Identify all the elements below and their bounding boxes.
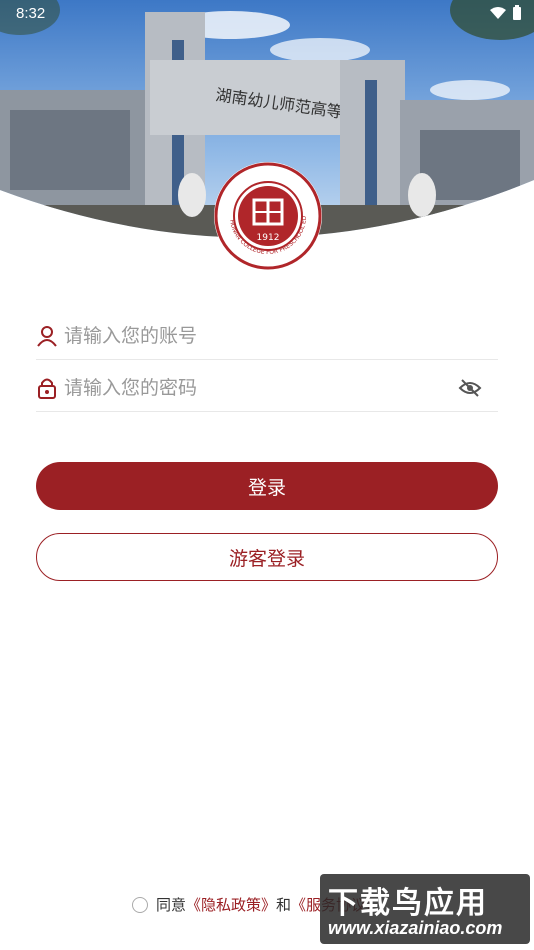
- battery-icon: [513, 5, 521, 20]
- agreement-radio[interactable]: [132, 896, 148, 913]
- password-input[interactable]: [64, 376, 456, 399]
- watermark: 下载鸟应用 www.xiazainiao.com: [320, 874, 530, 944]
- wifi-icon: [490, 7, 506, 19]
- school-logo: 1912 HUNAN COLLEGE FOR PRESCHOOL EDUCATI…: [209, 155, 324, 272]
- guest-login-button[interactable]: 游客登录: [36, 533, 498, 581]
- logo-year: 1912: [257, 233, 280, 243]
- watermark-title: 下载鸟应用: [328, 886, 488, 921]
- status-icons: [490, 5, 522, 21]
- account-input[interactable]: [64, 324, 498, 347]
- lock-icon: [36, 376, 58, 400]
- agreement-conjunction: 和: [276, 896, 292, 914]
- user-icon: [36, 324, 58, 348]
- login-button[interactable]: 登录: [36, 462, 498, 510]
- watermark-url: www.xiazainiao.com: [328, 918, 503, 938]
- agreement-prefix: 同意: [156, 896, 187, 914]
- status-bar: 8:32: [0, 0, 534, 28]
- privacy-policy-link[interactable]: 《隐私政策》: [186, 894, 276, 915]
- password-field[interactable]: [36, 364, 498, 412]
- account-field[interactable]: [36, 312, 498, 360]
- eye-off-icon[interactable]: [456, 374, 484, 402]
- status-time: 8:32: [16, 5, 46, 22]
